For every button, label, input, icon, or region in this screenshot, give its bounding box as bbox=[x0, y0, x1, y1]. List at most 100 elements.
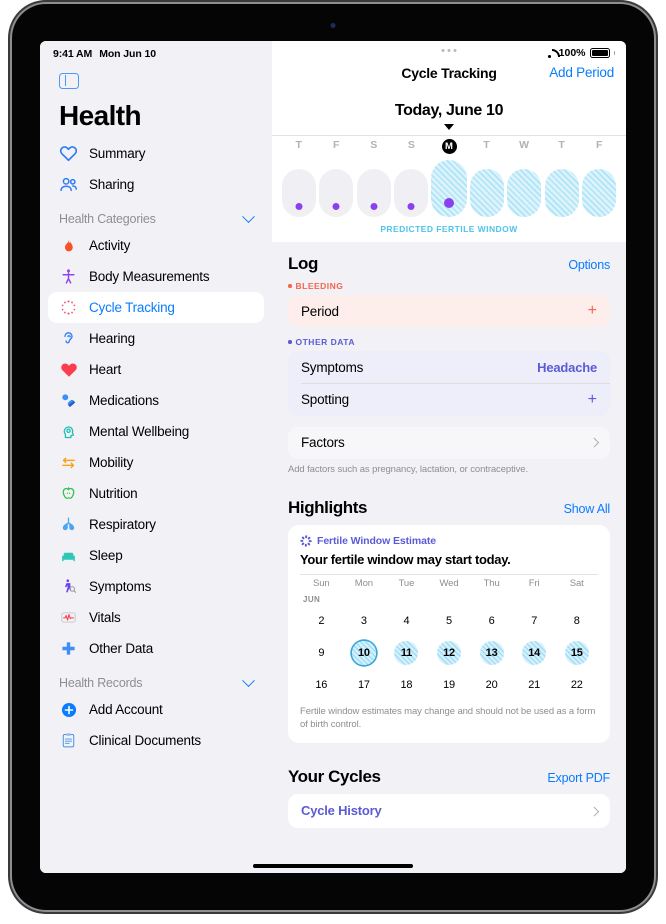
calendar-cell[interactable]: 21 bbox=[513, 670, 556, 700]
sidebar-item-heart[interactable]: Heart bbox=[48, 354, 264, 385]
calendar-cell[interactable]: 2 bbox=[300, 606, 343, 636]
calendar-cell[interactable]: 11 bbox=[385, 638, 428, 668]
add-period-button[interactable]: Add Period bbox=[549, 65, 614, 80]
calendar-day[interactable]: 16 bbox=[309, 673, 333, 697]
week-day-cell[interactable] bbox=[393, 169, 431, 217]
sidebar-section-health-records[interactable]: Health Records bbox=[59, 673, 255, 690]
sidebar-toggle-icon[interactable] bbox=[59, 73, 79, 89]
sidebar-item-other-data[interactable]: Other Data bbox=[48, 633, 264, 664]
calendar-day[interactable]: 20 bbox=[480, 673, 504, 697]
add-spotting-plus-icon[interactable]: + bbox=[588, 391, 597, 408]
week-day-cell[interactable] bbox=[581, 169, 619, 217]
sidebar-item-body-measurements[interactable]: Body Measurements bbox=[48, 261, 264, 292]
calendar-cell[interactable]: 20 bbox=[470, 670, 513, 700]
calendar-day[interactable]: 7 bbox=[522, 609, 546, 633]
day-oval[interactable] bbox=[582, 169, 617, 217]
sidebar-item-sleep[interactable]: Sleep bbox=[48, 540, 264, 571]
sidebar-item-sharing[interactable]: Sharing bbox=[48, 169, 264, 200]
week-day-cell[interactable] bbox=[318, 169, 356, 217]
log-row-spotting[interactable]: Spotting + bbox=[288, 384, 610, 416]
week-day-cell[interactable] bbox=[468, 169, 506, 217]
calendar-cell[interactable]: 5 bbox=[428, 606, 471, 636]
day-oval[interactable] bbox=[544, 169, 579, 217]
log-row-symptoms[interactable]: Symptoms Headache bbox=[288, 351, 610, 383]
log-row-period[interactable]: Period + bbox=[288, 295, 610, 327]
calendar-day[interactable]: 4 bbox=[394, 609, 418, 633]
day-oval[interactable] bbox=[394, 169, 429, 217]
day-oval[interactable] bbox=[469, 169, 504, 217]
log-row-factors[interactable]: Factors bbox=[288, 427, 610, 459]
chevron-right-icon[interactable] bbox=[589, 437, 599, 448]
chevron-down-icon[interactable] bbox=[242, 673, 255, 687]
week-day-cell-today[interactable] bbox=[430, 160, 468, 217]
sidebar-item-add-account[interactable]: Add Account bbox=[48, 694, 264, 725]
sidebar-item-summary[interactable]: Summary bbox=[48, 138, 264, 169]
sidebar-item-medications[interactable]: Medications bbox=[48, 385, 264, 416]
calendar-cell[interactable]: 4 bbox=[385, 606, 428, 636]
calendar-cell[interactable]: 13 bbox=[470, 638, 513, 668]
home-indicator[interactable] bbox=[253, 864, 413, 868]
calendar-day[interactable]: 17 bbox=[352, 673, 376, 697]
sidebar-item-mobility[interactable]: Mobility bbox=[48, 447, 264, 478]
week-day-cell[interactable] bbox=[505, 169, 543, 217]
calendar-day[interactable]: 2 bbox=[309, 609, 333, 633]
sidebar-item-mental-wellbeing[interactable]: Mental Wellbeing bbox=[48, 416, 264, 447]
calendar-cell[interactable]: 22 bbox=[555, 670, 598, 700]
calendar-cell[interactable]: 17 bbox=[343, 670, 386, 700]
add-period-plus-icon[interactable]: + bbox=[588, 303, 597, 319]
calendar-day-fertile[interactable]: 15 bbox=[564, 641, 589, 666]
calendar-day[interactable]: 19 bbox=[437, 673, 461, 697]
calendar-day[interactable]: 5 bbox=[437, 609, 461, 633]
calendar-day[interactable]: 22 bbox=[565, 673, 589, 697]
day-oval-today[interactable] bbox=[431, 160, 468, 217]
chevron-down-icon[interactable] bbox=[242, 209, 255, 223]
week-day-cell[interactable] bbox=[355, 169, 393, 217]
day-oval[interactable] bbox=[356, 169, 391, 217]
day-oval[interactable] bbox=[281, 169, 316, 217]
fertile-window-card[interactable]: Fertile Window Estimate Your fertile win… bbox=[288, 524, 610, 743]
cycle-history-row[interactable]: Cycle History bbox=[288, 794, 610, 828]
calendar-cell[interactable]: 19 bbox=[428, 670, 471, 700]
calendar-day-fertile[interactable]: 13 bbox=[479, 641, 504, 666]
show-all-button[interactable]: Show All bbox=[564, 502, 611, 516]
calendar-cell[interactable]: 12 bbox=[428, 638, 471, 668]
calendar-day-fertile[interactable]: 14 bbox=[522, 641, 547, 666]
more-dots-icon[interactable] bbox=[441, 49, 457, 52]
calendar-cell[interactable]: 15 bbox=[555, 638, 598, 668]
sidebar-item-symptoms[interactable]: Symptoms bbox=[48, 571, 264, 602]
calendar-day[interactable]: 6 bbox=[480, 609, 504, 633]
calendar-day-fertile[interactable]: 12 bbox=[437, 641, 462, 666]
calendar-cell[interactable]: 18 bbox=[385, 670, 428, 700]
sidebar-item-vitals[interactable]: Vitals bbox=[48, 602, 264, 633]
sidebar-item-respiratory[interactable]: Respiratory bbox=[48, 509, 264, 540]
sidebar-section-health-categories[interactable]: Health Categories bbox=[59, 209, 255, 226]
calendar-day[interactable]: 21 bbox=[522, 673, 546, 697]
sidebar-item-hearing[interactable]: Hearing bbox=[48, 323, 264, 354]
calendar-day[interactable]: 3 bbox=[352, 609, 376, 633]
sidebar-item-activity[interactable]: Activity bbox=[48, 230, 264, 261]
calendar-cell[interactable]: 14 bbox=[513, 638, 556, 668]
sidebar-item-cycle-tracking[interactable]: Cycle Tracking bbox=[48, 292, 264, 323]
export-pdf-button[interactable]: Export PDF bbox=[547, 771, 610, 785]
calendar-day-fertile[interactable]: 11 bbox=[394, 641, 419, 666]
calendar-cell[interactable]: 7 bbox=[513, 606, 556, 636]
day-oval[interactable] bbox=[507, 169, 542, 217]
calendar-day-today[interactable]: 10 bbox=[351, 641, 376, 666]
calendar-day[interactable]: 9 bbox=[309, 641, 333, 665]
calendar-cell[interactable]: 10 bbox=[343, 638, 386, 668]
calendar-cell[interactable]: 9 bbox=[300, 638, 343, 668]
day-oval[interactable] bbox=[319, 169, 354, 217]
calendar-cell[interactable]: 6 bbox=[470, 606, 513, 636]
log-options-button[interactable]: Options bbox=[568, 258, 610, 272]
chevron-right-icon[interactable] bbox=[589, 806, 599, 816]
calendar-day[interactable]: 18 bbox=[394, 673, 418, 697]
today-header[interactable]: Today, June 10 bbox=[272, 95, 626, 136]
calendar-cell[interactable]: 8 bbox=[555, 606, 598, 636]
sidebar-item-clinical-documents[interactable]: Clinical Documents bbox=[48, 725, 264, 756]
row-value[interactable]: Headache bbox=[537, 360, 597, 375]
week-day-cell[interactable] bbox=[543, 169, 581, 217]
calendar-cell[interactable]: 3 bbox=[343, 606, 386, 636]
row-label[interactable]: Cycle History bbox=[301, 803, 382, 818]
week-day-cell[interactable] bbox=[280, 169, 318, 217]
sidebar-item-nutrition[interactable]: Nutrition bbox=[48, 478, 264, 509]
